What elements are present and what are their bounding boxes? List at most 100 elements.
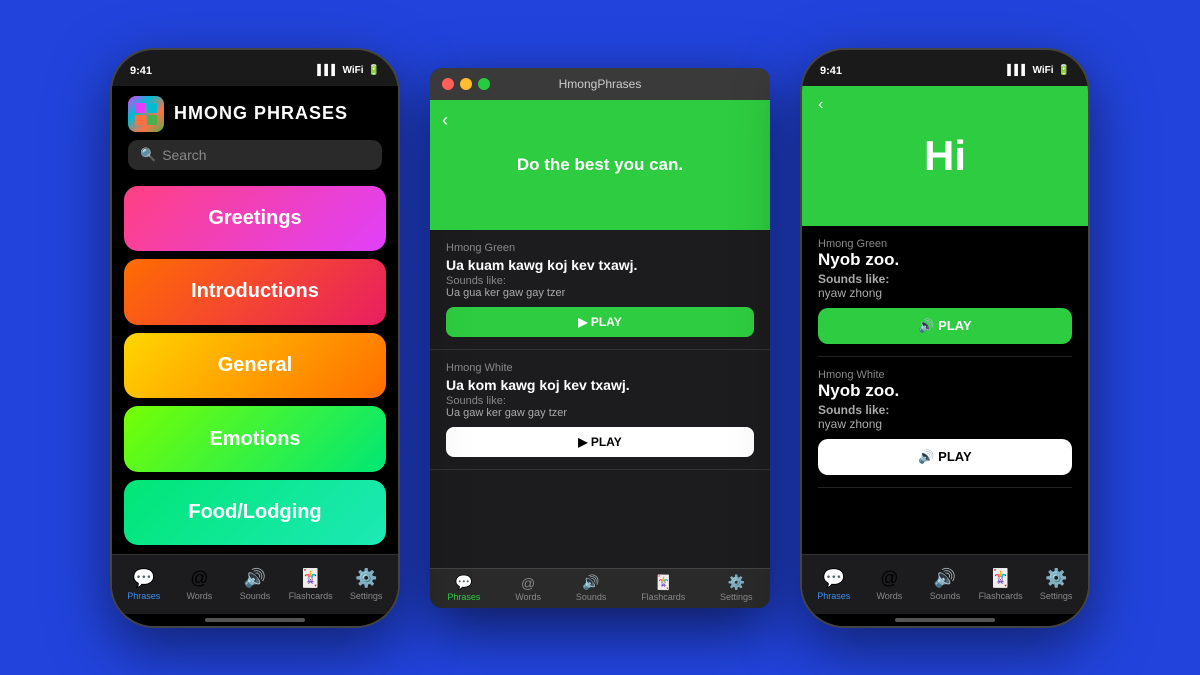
category-food-lodging[interactable]: Food/Lodging	[124, 480, 386, 546]
p2-hmong-1: Nyob zoo.	[818, 250, 1072, 270]
desktop-tab-bar: 💬 Phrases @ Words 🔊 Sounds 🃏 Flashcards …	[430, 568, 770, 608]
phone2-hero: Hi	[802, 86, 1088, 226]
play-button-white-2[interactable]: ▶ PLAY	[446, 427, 754, 457]
phone1-status-right: ▌▌▌ WiFi 🔋	[317, 65, 380, 76]
settings-icon: ⚙️	[355, 568, 377, 589]
phone2: 9:41 ▌▌▌ WiFi 🔋 ‹ Hi Hmong Green Nyob zo…	[800, 48, 1090, 628]
desktop-window: HmongPhrases ‹ Do the best you can. Hmon…	[430, 68, 770, 608]
desktop-card-green: Hmong Green Ua kuam kawg koj kev txawj. …	[430, 230, 770, 350]
window-titlebar: HmongPhrases	[430, 68, 770, 100]
phone2-tab-bar: 💬 Phrases @ Words 🔊 Sounds 🃏 Flashcards …	[802, 554, 1088, 614]
sounds-label-2: Sounds like:	[446, 395, 754, 407]
sounds-label-1: Sounds like:	[446, 275, 754, 287]
signal-icon: ▌▌▌	[317, 65, 338, 76]
phone2-back-button[interactable]: ‹	[818, 96, 823, 114]
win-tab-flashcards[interactable]: 🃏 Flashcards	[641, 574, 685, 602]
phone2-home-indicator	[895, 618, 995, 622]
win-settings-icon: ⚙️	[728, 574, 745, 591]
p2-settings-icon: ⚙️	[1045, 568, 1067, 589]
phone2-screen: ‹ Hi Hmong Green Nyob zoo. Sounds like: …	[802, 86, 1088, 626]
desktop-hero: ‹ Do the best you can.	[430, 100, 770, 230]
phone1-search-bar[interactable]: 🔍 Search	[128, 140, 382, 170]
win-tab-sounds[interactable]: 🔊 Sounds	[576, 574, 607, 602]
p2-phrases-icon: 💬	[823, 568, 845, 589]
sounds-val-1: Ua gua ker gaw gay tzer	[446, 287, 754, 299]
phone2-hero-text: Hi	[924, 132, 966, 180]
tab-sounds[interactable]: 🔊 Sounds	[227, 568, 283, 601]
battery-icon: 🔋	[368, 65, 380, 76]
phone1-app-title-text: HMONG PHRASES	[174, 103, 348, 124]
dialect-label-2: Hmong White	[446, 362, 754, 374]
minimize-dot[interactable]	[460, 78, 472, 90]
tab-phrases[interactable]: 💬 Phrases	[116, 568, 172, 601]
hmong-phrase-1: Ua kuam kawg koj kev txawj.	[446, 257, 754, 273]
phone1-header: HMONG PHRASES 🔍 Search	[112, 86, 398, 178]
category-greetings[interactable]: Greetings	[124, 186, 386, 252]
phone1: 9:41 ▌▌▌ WiFi 🔋 HMONG PHRASES �	[110, 48, 400, 628]
p2-sounds-label-1: Sounds like:	[818, 272, 1072, 286]
phone1-screen: HMONG PHRASES 🔍 Search Greetings Introdu…	[112, 86, 398, 626]
p2-hmong-2: Nyob zoo.	[818, 381, 1072, 401]
play-button-green-1[interactable]: ▶ PLAY	[446, 307, 754, 337]
words-icon: @	[190, 568, 208, 589]
wifi-icon: WiFi	[343, 65, 364, 76]
flashcards-label: Flashcards	[289, 591, 333, 601]
settings-label: Settings	[350, 591, 383, 601]
maximize-dot[interactable]	[478, 78, 490, 90]
desktop-phrase-scroll[interactable]: Hmong Green Ua kuam kawg koj kev txawj. …	[430, 230, 770, 568]
win-tab-phrases[interactable]: 💬 Phrases	[447, 574, 480, 602]
win-tab-settings[interactable]: ⚙️ Settings	[720, 574, 753, 602]
p2-tab-words[interactable]: @ Words	[862, 568, 918, 601]
desktop-card-white: Hmong White Ua kom kawg koj kev txawj. S…	[430, 350, 770, 470]
win-words-label: Words	[515, 592, 541, 602]
phone2-time: 9:41	[820, 65, 842, 77]
sounds-icon: 🔊	[244, 568, 266, 589]
p2-tab-sounds[interactable]: 🔊 Sounds	[917, 568, 973, 601]
hmong-phrase-2: Ua kom kawg koj kev txawj.	[446, 377, 754, 393]
win-flashcards-icon: 🃏	[654, 574, 671, 591]
window-title: HmongPhrases	[559, 77, 642, 91]
win-tab-words[interactable]: @ Words	[515, 575, 541, 602]
tab-words[interactable]: @ Words	[172, 568, 228, 601]
home-indicator	[205, 618, 305, 622]
phone2-status-right: ▌▌▌ WiFi 🔋	[1007, 65, 1070, 76]
close-dot[interactable]	[442, 78, 454, 90]
category-emotions[interactable]: Emotions	[124, 406, 386, 472]
p2-dialect-1: Hmong Green	[818, 238, 1072, 250]
win-words-icon: @	[521, 575, 535, 591]
sounds-val-2: Ua gaw ker gaw gay tzer	[446, 407, 754, 419]
p2-words-label: Words	[876, 591, 902, 601]
p2-play-button-green[interactable]: 🔊 PLAY	[818, 308, 1072, 344]
phone1-time: 9:41	[130, 65, 152, 77]
phone1-categories: Greetings Introductions General Emotions…	[112, 178, 398, 554]
p2-flashcards-icon: 🃏	[989, 568, 1011, 589]
sounds-label: Sounds	[240, 591, 271, 601]
p2-flashcards-label: Flashcards	[979, 591, 1023, 601]
phone2-wifi-icon: WiFi	[1033, 65, 1054, 76]
p2-play-button-white[interactable]: 🔊 PLAY	[818, 439, 1072, 475]
win-sounds-label: Sounds	[576, 592, 607, 602]
tab-flashcards[interactable]: 🃏 Flashcards	[283, 568, 339, 601]
dialect-label-1: Hmong Green	[446, 242, 754, 254]
p2-tab-settings[interactable]: ⚙️ Settings	[1028, 568, 1084, 601]
phone2-content[interactable]: Hmong Green Nyob zoo. Sounds like: nyaw …	[802, 226, 1088, 554]
p2-tab-flashcards[interactable]: 🃏 Flashcards	[973, 568, 1029, 601]
hero-phrase-text: Do the best you can.	[487, 155, 713, 175]
p2-sounds-val-1: nyaw zhong	[818, 286, 1072, 300]
tab-settings[interactable]: ⚙️ Settings	[338, 568, 394, 601]
back-button[interactable]: ‹	[442, 110, 448, 131]
p2-dialect-2: Hmong White	[818, 369, 1072, 381]
phone2-card-white: Hmong White Nyob zoo. Sounds like: nyaw …	[818, 357, 1072, 488]
phrases-icon: 💬	[133, 568, 155, 589]
p2-tab-phrases[interactable]: 💬 Phrases	[806, 568, 862, 601]
win-phrases-label: Phrases	[447, 592, 480, 602]
p2-settings-label: Settings	[1040, 591, 1073, 601]
win-phrases-icon: 💬	[455, 574, 472, 591]
category-general[interactable]: General	[124, 333, 386, 399]
p2-phrases-label: Phrases	[817, 591, 850, 601]
p2-words-icon: @	[880, 568, 898, 589]
p2-sounds-val-2: nyaw zhong	[818, 417, 1072, 431]
p2-sounds-label-tab: Sounds	[930, 591, 961, 601]
flashcards-icon: 🃏	[299, 568, 321, 589]
category-introductions[interactable]: Introductions	[124, 259, 386, 325]
